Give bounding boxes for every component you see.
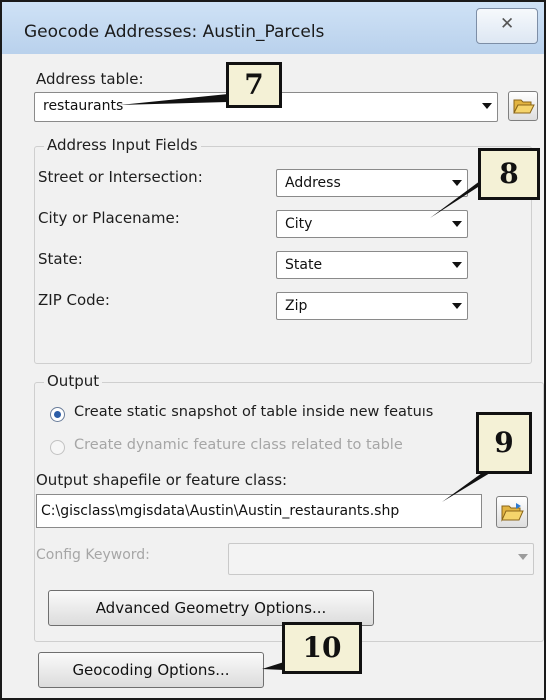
close-button[interactable]: ✕ xyxy=(476,8,538,44)
address-table-label: Address table: xyxy=(36,70,144,88)
state-value: State xyxy=(285,257,323,273)
static-snapshot-radio[interactable] xyxy=(50,407,65,422)
callout-7: 7 xyxy=(226,62,282,108)
address-table-value: restaurants xyxy=(43,98,124,114)
folder-save-icon xyxy=(501,503,524,522)
config-keyword-dropdown[interactable] xyxy=(228,543,534,575)
callout-10: 10 xyxy=(282,622,362,674)
chevron-down-icon xyxy=(513,544,533,574)
street-value: Address xyxy=(285,175,341,191)
output-shapefile-input[interactable]: C:\gisclass\mgisdata\Austin\Austin_resta… xyxy=(36,494,482,528)
street-label: Street or Intersection: xyxy=(38,168,203,186)
window-title: Geocode Addresses: Austin_Parcels xyxy=(24,22,325,42)
callout-8: 8 xyxy=(478,148,540,200)
title-bar: Geocode Addresses: Austin_Parcels ✕ xyxy=(2,2,544,54)
address-input-fields-title: Address Input Fields xyxy=(44,136,201,154)
advanced-geometry-options-label: Advanced Geometry Options... xyxy=(95,599,327,617)
browse-output-button[interactable] xyxy=(496,496,528,528)
city-dropdown[interactable]: City xyxy=(276,210,468,238)
dynamic-feature-radio[interactable] xyxy=(50,440,65,455)
chevron-down-icon xyxy=(477,93,497,121)
city-label: City or Placename: xyxy=(38,209,180,227)
static-snapshot-label: Create static snapshot of table inside n… xyxy=(74,404,434,420)
dynamic-feature-label: Create dynamic feature class related to … xyxy=(74,437,403,453)
output-shapefile-label: Output shapefile or feature class: xyxy=(36,471,288,489)
chevron-down-icon xyxy=(447,170,467,196)
zip-label: ZIP Code: xyxy=(38,291,110,309)
geocode-dialog: Geocode Addresses: Austin_Parcels ✕ Addr… xyxy=(0,0,546,700)
close-icon: ✕ xyxy=(500,14,515,34)
zip-value: Zip xyxy=(285,298,308,314)
zip-dropdown[interactable]: Zip xyxy=(276,292,468,320)
chevron-down-icon xyxy=(447,293,467,319)
geocoding-options-label: Geocoding Options... xyxy=(72,661,230,679)
state-dropdown[interactable]: State xyxy=(276,251,468,279)
advanced-geometry-options-button[interactable]: Advanced Geometry Options... xyxy=(48,590,374,626)
browse-table-button[interactable] xyxy=(508,91,538,121)
output-group-title: Output xyxy=(44,372,103,390)
config-keyword-label: Config Keyword: xyxy=(36,547,150,563)
callout-9: 9 xyxy=(476,412,532,474)
chevron-down-icon xyxy=(447,252,467,278)
city-value: City xyxy=(285,216,313,232)
geocoding-options-button[interactable]: Geocoding Options... xyxy=(38,652,264,688)
state-label: State: xyxy=(38,250,83,268)
output-shapefile-value: C:\gisclass\mgisdata\Austin\Austin_resta… xyxy=(41,503,400,519)
folder-open-icon xyxy=(513,99,535,114)
callout-10-pointer xyxy=(262,662,284,670)
street-dropdown[interactable]: Address xyxy=(276,169,468,197)
chevron-down-icon xyxy=(447,211,467,237)
